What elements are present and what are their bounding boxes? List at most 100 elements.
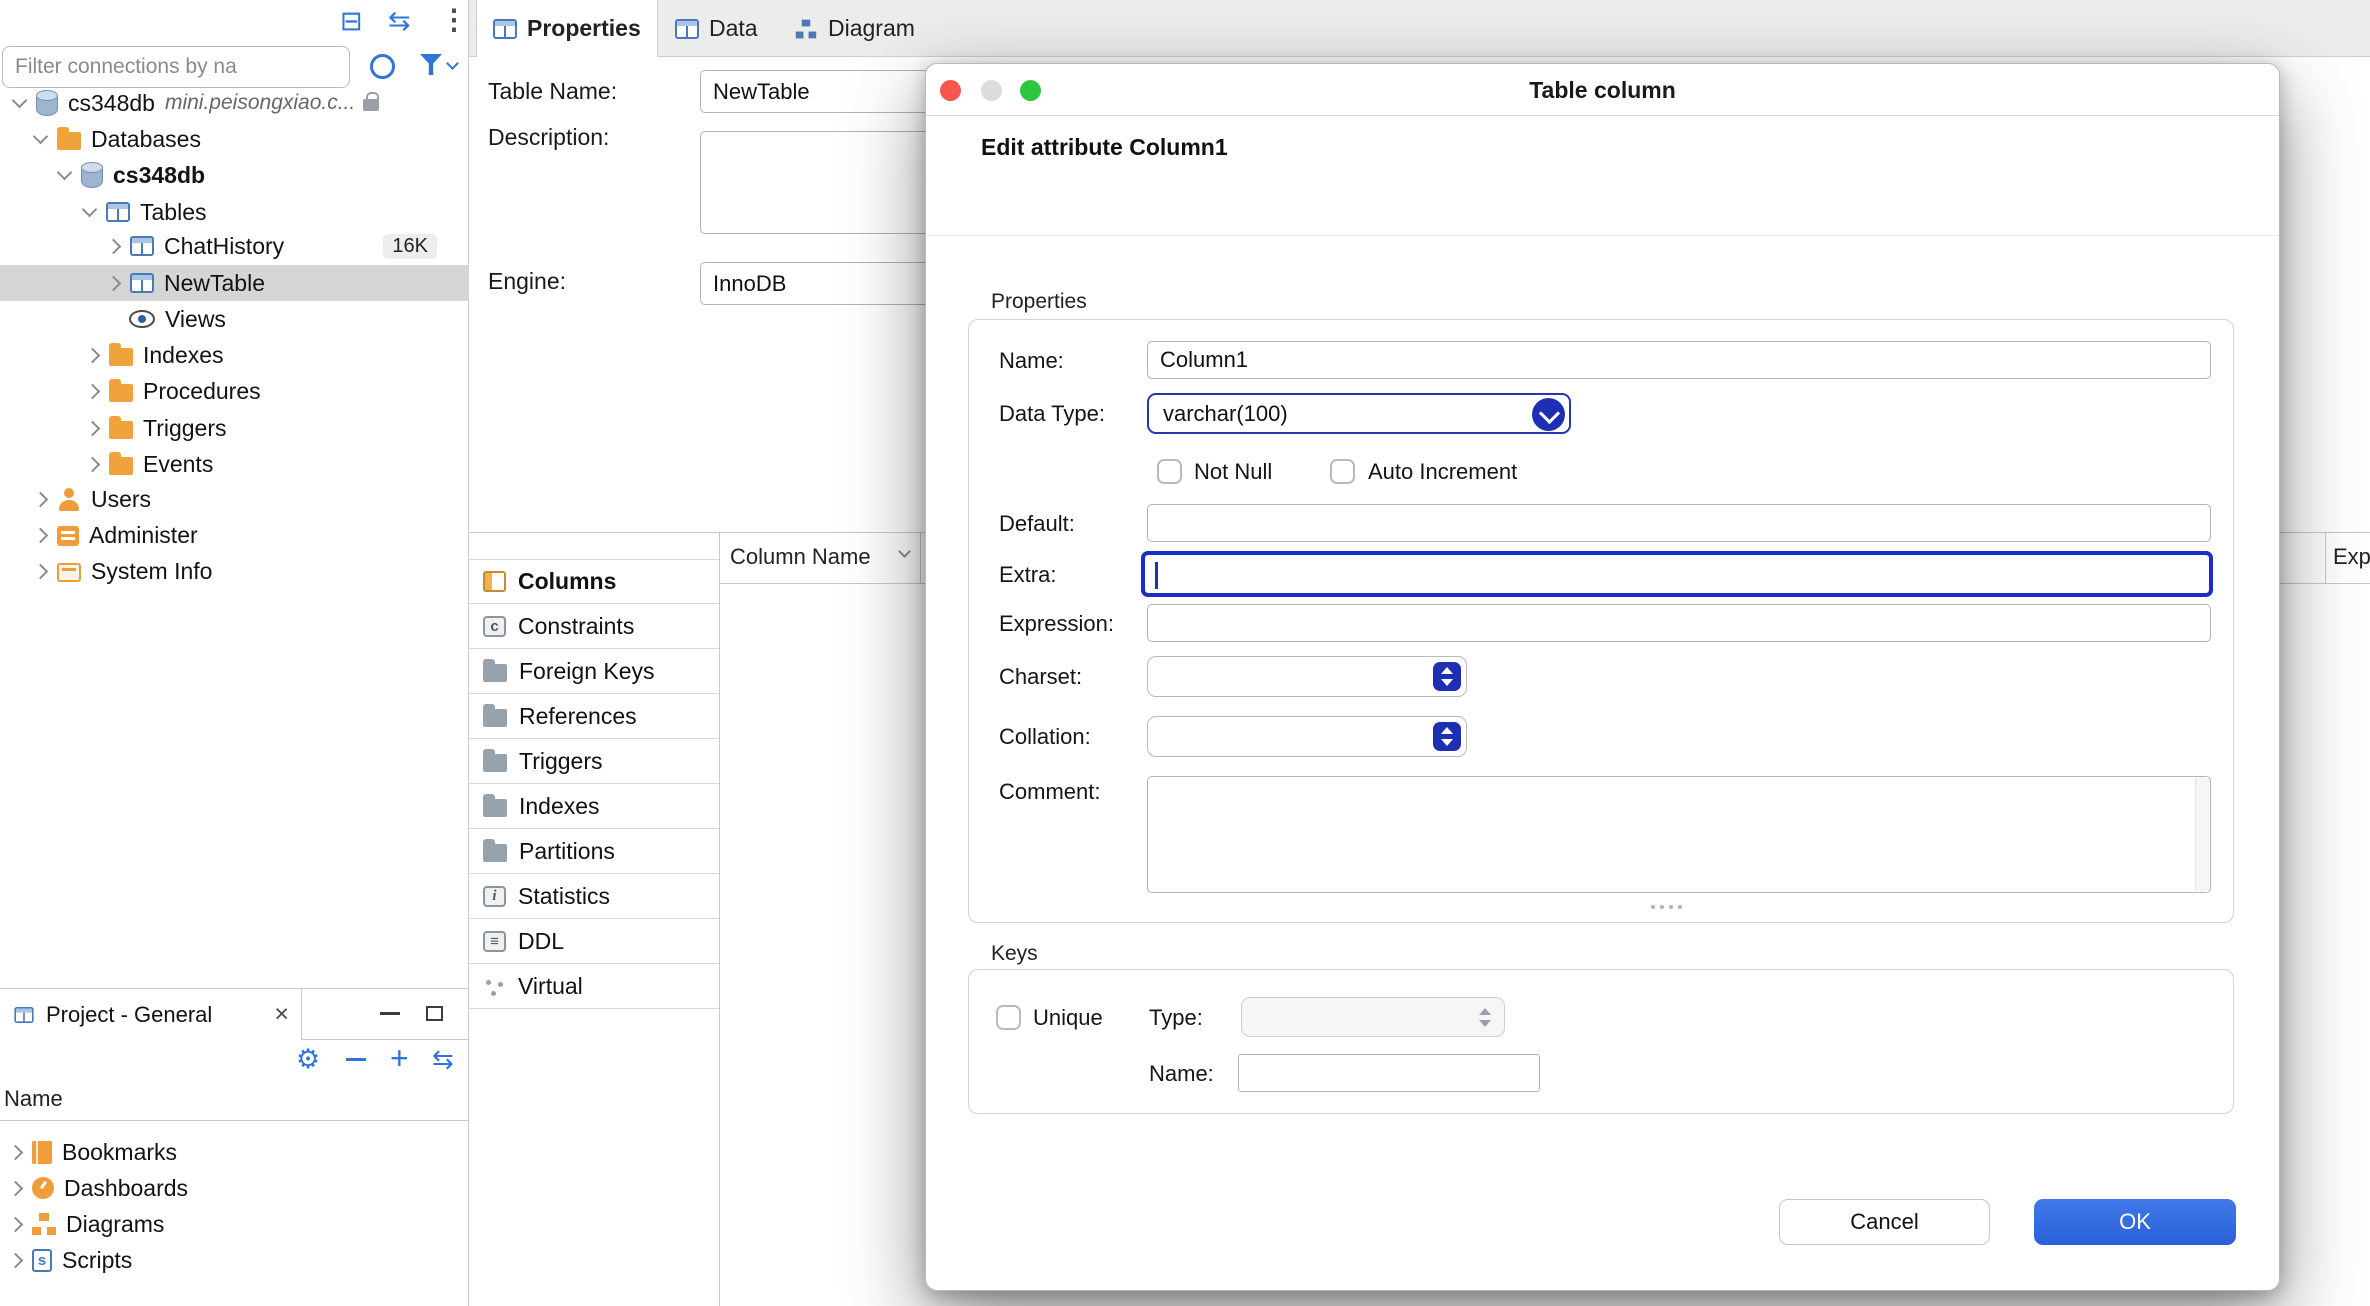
gear-icon[interactable]: ⚙: [296, 1046, 320, 1073]
key-type-select[interactable]: [1241, 997, 1505, 1037]
side-tab-columns[interactable]: Columns: [469, 559, 719, 604]
add-item-icon[interactable]: +: [390, 1042, 409, 1074]
expression-input[interactable]: [1147, 604, 2211, 642]
side-tab-indexes[interactable]: Indexes: [469, 784, 719, 829]
stepper-icon[interactable]: [1433, 662, 1461, 691]
chevron-right-icon[interactable]: [85, 459, 100, 470]
maximize-panel-icon[interactable]: [426, 1006, 443, 1021]
statistics-glyph: i: [492, 888, 496, 905]
chevron-right-icon[interactable]: [85, 350, 100, 361]
side-tab-statistics[interactable]: i Statistics: [469, 874, 719, 919]
unique-checkbox[interactable]: [996, 1005, 1021, 1030]
tree-item-procedures[interactable]: Procedures: [0, 373, 469, 409]
tree-item-system-info[interactable]: System Info: [0, 553, 469, 589]
remove-item-icon[interactable]: [346, 1058, 366, 1061]
filter-dropdown-icon[interactable]: [446, 57, 459, 70]
column-name-header[interactable]: Column Name: [730, 544, 871, 570]
tree-item-label: Databases: [91, 126, 201, 153]
side-tab-constraints[interactable]: c Constraints: [469, 604, 719, 649]
project-item-scripts[interactable]: s Scripts: [0, 1242, 469, 1278]
side-tab-ddl[interactable]: ≡ DDL: [469, 919, 719, 964]
chevron-down-icon[interactable]: [1532, 398, 1565, 431]
side-tab-triggers[interactable]: Triggers: [469, 739, 719, 784]
tab-data[interactable]: Data: [659, 0, 774, 57]
chevron-right-icon[interactable]: [8, 1147, 23, 1158]
chevron-right-icon[interactable]: [106, 241, 121, 252]
column-name-input[interactable]: [1147, 341, 2211, 379]
side-tab-label: Partitions: [519, 838, 615, 865]
side-tab-references[interactable]: References: [469, 694, 719, 739]
tree-item-users[interactable]: Users: [0, 481, 469, 517]
side-tab-partitions[interactable]: Partitions: [469, 829, 719, 874]
side-tab-virtual[interactable]: Virtual: [469, 964, 719, 1009]
tree-item-connection[interactable]: cs348db mini.peisongxiao.c...: [0, 85, 469, 121]
chevron-down-icon[interactable]: [82, 209, 97, 215]
chevron-right-icon[interactable]: [8, 1183, 23, 1194]
auto-increment-label[interactable]: Auto Increment: [1368, 458, 1517, 485]
chevron-right-icon[interactable]: [33, 566, 48, 577]
tree-item-indexes[interactable]: Indexes: [0, 337, 469, 373]
collapse-all-icon[interactable]: ⊟: [340, 8, 363, 35]
tab-diagram[interactable]: Diagram: [778, 0, 931, 57]
tree-item-administer[interactable]: Administer: [0, 517, 469, 553]
filter-connections-input[interactable]: [2, 46, 350, 88]
chevron-right-icon[interactable]: [33, 530, 48, 541]
tab-properties[interactable]: Properties: [476, 0, 658, 57]
chevron-right-icon[interactable]: [33, 494, 48, 505]
auto-increment-checkbox[interactable]: [1330, 459, 1355, 484]
chevron-down-icon[interactable]: [57, 172, 72, 178]
key-name-input[interactable]: [1238, 1054, 1540, 1092]
chevron-down-icon[interactable]: [12, 100, 27, 106]
project-item-bookmarks[interactable]: Bookmarks: [0, 1134, 469, 1170]
column-menu-chevron-icon[interactable]: [898, 545, 911, 558]
editor-tab-bar: Properties Data Diagram: [469, 0, 2370, 57]
chevron-right-icon[interactable]: [8, 1219, 23, 1230]
project-item-diagrams[interactable]: Diagrams: [0, 1206, 469, 1242]
tree-item-triggers[interactable]: Triggers: [0, 410, 469, 446]
cancel-button[interactable]: Cancel: [1779, 1199, 1990, 1245]
dialog-separator: [926, 235, 2279, 236]
link-editor-icon[interactable]: ⇆: [388, 8, 411, 35]
tree-item-database-cs348db[interactable]: cs348db: [0, 157, 469, 193]
not-null-checkbox[interactable]: [1157, 459, 1182, 484]
tree-item-events[interactable]: Events: [0, 446, 469, 482]
kebab-menu-icon[interactable]: ⋮: [440, 6, 468, 34]
tree-item-tables[interactable]: Tables: [0, 194, 469, 230]
dialog-titlebar[interactable]: Table column: [926, 64, 2279, 116]
tree-item-label: Indexes: [143, 342, 224, 369]
tree-item-views[interactable]: Views: [0, 301, 469, 337]
sync-connection-icon[interactable]: ⇆: [432, 1046, 454, 1072]
extra-input-focused[interactable]: [1141, 551, 2213, 597]
tree-item-chathistory[interactable]: ChatHistory 16K: [0, 228, 469, 264]
unique-label[interactable]: Unique: [1033, 1004, 1103, 1031]
collapse-connections-icon[interactable]: [370, 54, 395, 79]
collation-select[interactable]: [1147, 716, 1467, 757]
tree-item-newtable[interactable]: NewTable: [0, 265, 469, 301]
indexes-folder-icon: [109, 348, 133, 366]
chevron-right-icon[interactable]: [8, 1255, 23, 1266]
ok-button[interactable]: OK: [2034, 1199, 2236, 1245]
filter-settings-icon[interactable]: [420, 54, 442, 75]
close-icon[interactable]: ×: [274, 1002, 289, 1027]
expr-column-header[interactable]: Expr: [2333, 544, 2370, 570]
chevron-right-icon[interactable]: [106, 278, 121, 289]
side-tab-foreign-keys[interactable]: Foreign Keys: [469, 649, 719, 694]
charset-select[interactable]: [1147, 656, 1467, 697]
stepper-icon[interactable]: [1433, 722, 1461, 751]
default-input[interactable]: [1147, 504, 2211, 542]
project-name-column-header[interactable]: Name: [0, 1078, 469, 1121]
comment-textarea[interactable]: [1147, 776, 2211, 893]
tab-project-general[interactable]: Project - General ×: [0, 989, 302, 1040]
chevron-down-icon[interactable]: [33, 136, 48, 142]
resize-grip-icon[interactable]: [1651, 905, 1655, 909]
minimize-panel-icon[interactable]: [380, 1012, 400, 1015]
chevron-right-icon[interactable]: [85, 423, 100, 434]
data-type-select[interactable]: varchar(100): [1147, 393, 1571, 434]
tree-item-label: Tables: [140, 199, 206, 226]
dialog-heading: Edit attribute Column1: [981, 134, 1228, 161]
scrollbar[interactable]: [2195, 778, 2209, 891]
project-item-dashboards[interactable]: Dashboards: [0, 1170, 469, 1206]
tree-item-databases[interactable]: Databases: [0, 121, 469, 157]
chevron-right-icon[interactable]: [85, 386, 100, 397]
not-null-label[interactable]: Not Null: [1194, 458, 1272, 485]
